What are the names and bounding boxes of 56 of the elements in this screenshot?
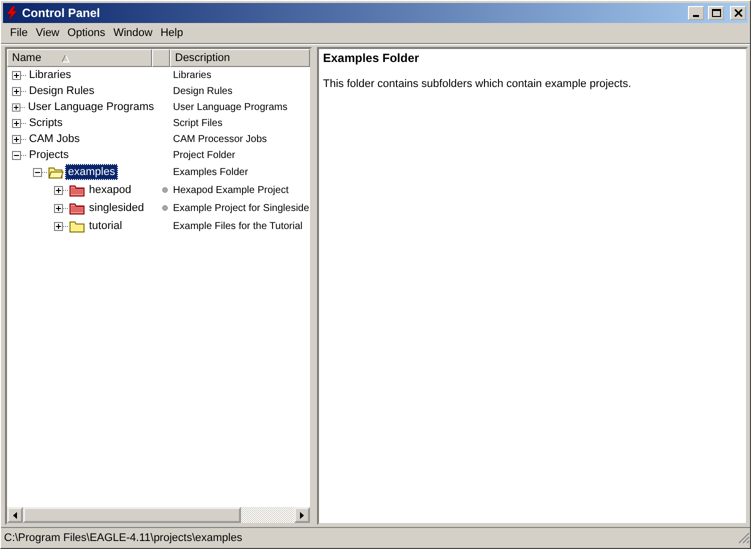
right-arrow-icon <box>300 512 304 518</box>
tree-item[interactable]: Scripts <box>26 115 66 131</box>
maximize-icon <box>712 9 720 17</box>
open-folder-icon <box>48 165 64 179</box>
left-arrow-icon <box>13 512 17 518</box>
status-dot-icon <box>162 205 168 211</box>
expand-icon[interactable] <box>54 184 68 196</box>
expand-icon[interactable] <box>54 220 68 232</box>
description-cell: Hexapod Example Project <box>173 184 289 196</box>
expand-icon[interactable] <box>12 86 26 96</box>
tree-item[interactable]: Projects <box>26 147 72 163</box>
folder-icon <box>69 219 85 233</box>
project-folder-icon <box>69 201 85 215</box>
sort-icon <box>61 54 70 62</box>
tree-item[interactable]: hexapod <box>86 182 134 198</box>
description-cell: Libraries <box>173 70 212 80</box>
description-cell: Project Folder <box>173 150 236 160</box>
app-icon <box>6 6 18 20</box>
scroll-left-button[interactable] <box>7 507 23 523</box>
description-cell: User Language Programs <box>173 102 288 112</box>
maximize-button[interactable] <box>708 6 724 20</box>
description-cell: Design Rules <box>173 86 232 96</box>
status-text: C:\Program Files\EAGLE-4.11\projects\examples <box>4 532 244 544</box>
close-icon <box>734 9 742 17</box>
description-cell: CAM Processor Jobs <box>173 134 267 144</box>
minimize-button[interactable] <box>688 6 704 20</box>
collapse-icon[interactable] <box>33 166 47 178</box>
expand-icon[interactable] <box>12 102 26 112</box>
project-folder-icon <box>69 183 85 197</box>
description-cell: Example Project for Singleside <box>173 202 310 214</box>
description-cell: Script Files <box>173 118 222 128</box>
tree-item[interactable]: CAM Jobs <box>26 131 83 147</box>
status-dot-icon <box>162 187 168 193</box>
expand-icon[interactable] <box>12 118 26 128</box>
tree-item[interactable]: singlesided <box>86 200 148 216</box>
column-header[interactable] <box>152 49 170 67</box>
column-header[interactable]: Name <box>7 49 152 67</box>
tree-item[interactable]: tutorial <box>86 218 126 234</box>
tree-item[interactable]: User Language Programs <box>25 99 157 115</box>
window-title: Control Panel <box>22 6 102 20</box>
detail-text: This folder contains subfolders which contain example projects. <box>323 78 632 90</box>
tree-item[interactable]: Libraries <box>26 67 74 83</box>
expand-icon[interactable] <box>54 202 68 214</box>
tree-item[interactable]: Design Rules <box>26 83 98 99</box>
detail-title: Examples Folder <box>323 51 420 65</box>
description-cell: Example Files for the Tutorial <box>173 220 302 232</box>
expand-icon[interactable] <box>12 70 26 80</box>
collapse-icon[interactable] <box>12 150 26 160</box>
column-header[interactable]: Description <box>170 49 310 67</box>
scroll-right-button[interactable] <box>294 507 310 523</box>
close-button[interactable] <box>730 6 746 20</box>
tree-item[interactable]: examples <box>65 164 118 180</box>
expand-icon[interactable] <box>12 134 26 144</box>
description-cell: Examples Folder <box>173 166 248 178</box>
resize-grip-icon <box>738 532 750 544</box>
scroll-thumb[interactable] <box>23 507 241 523</box>
